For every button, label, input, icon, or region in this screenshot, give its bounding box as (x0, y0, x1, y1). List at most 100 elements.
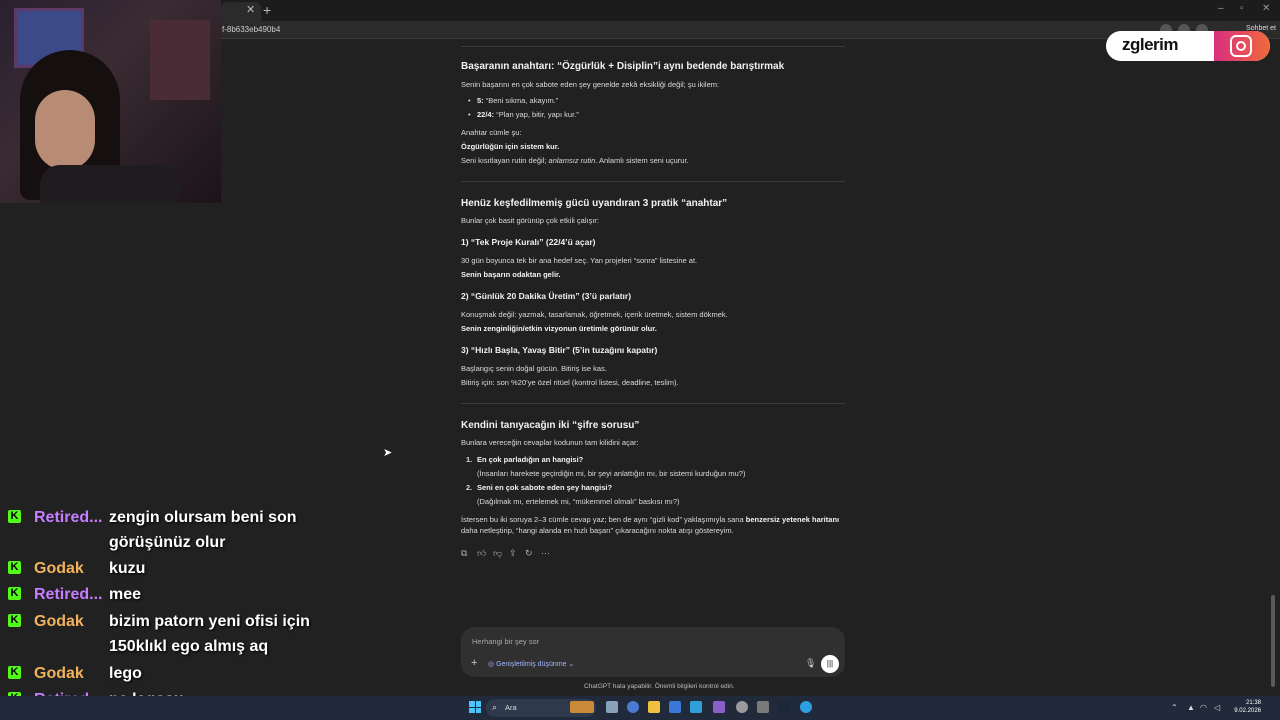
list-number: 1. (466, 455, 473, 464)
paragraph: 30 gün boyunca tek bir ana hedef seç. Ya… (461, 256, 698, 265)
steam-icon[interactable] (778, 701, 790, 713)
section-title: Başaranın anahtarı: “Özgürlük + Disiplin… (461, 61, 785, 72)
list-item: 5: “Beni sıkma, akayım.” (477, 95, 861, 106)
paragraph-bold: Senin başarın odaktan gelir. (461, 270, 561, 279)
paragraph: (Dağılmak mı, ertelemek mi, “mükemmel ol… (477, 497, 680, 506)
edge-icon[interactable] (800, 701, 812, 713)
list-key: 22/4: (477, 110, 495, 119)
chat-username: Retired... (34, 509, 103, 526)
subsection-title: 3) “Hızlı Başla, Yavaş Bitir” (5’in tuza… (461, 345, 658, 355)
store-icon[interactable] (669, 701, 681, 713)
list-item: 22/4: “Plan yap, bitir, yapı kur.” (477, 109, 861, 120)
close-tab-icon[interactable]: ✕ (246, 3, 255, 16)
kick-icon: K (8, 587, 21, 600)
paragraph: Bitiriş için: son %20’ye özel ritüel (ko… (461, 378, 679, 387)
paragraph: İstersen bu iki soruya 2–3 cümle cevap y… (461, 514, 845, 536)
divider (461, 181, 845, 182)
maximize-icon[interactable]: ▫ (1240, 3, 1244, 14)
app-icon[interactable] (757, 701, 769, 713)
divider (461, 46, 845, 47)
mail-icon[interactable] (690, 701, 702, 713)
paragraph-bold: Senin zenginliğin/etkin vizyonun üretiml… (461, 324, 657, 333)
paragraph: Bunlar çok basit görünüp çok etkili çalı… (461, 216, 599, 225)
file-explorer-icon[interactable] (648, 701, 660, 713)
copy-icon[interactable]: ⧉ (461, 548, 467, 559)
list-value: “Beni sıkma, akayım.” (483, 96, 559, 105)
clock-date: 9.02.2026 (1234, 708, 1261, 714)
clock-time: 21:38 (1245, 700, 1261, 706)
section-title: Kendini tanıyacağın iki “şifre sorusu” (461, 420, 640, 431)
chat-text: kuzu (109, 560, 146, 577)
webcam-feed (0, 0, 221, 203)
kick-icon: K (8, 561, 21, 574)
paragraph: (İnsanları harekete geçirdiğin mi, bir ş… (477, 469, 746, 478)
instagram-icon (1230, 35, 1252, 57)
windows-start-icon[interactable] (469, 701, 481, 713)
app-icon[interactable] (736, 701, 748, 713)
streamer-face (35, 90, 95, 170)
text-span: daha netleştirip, “hangi alanda en hızlı… (461, 526, 734, 535)
voice-mode-icon[interactable]: ||| (821, 655, 839, 673)
italic-span: anlamsız rutin (546, 156, 596, 165)
chat-username: Godak (34, 613, 84, 630)
list-item: 1. En çok parladığın an hangisi? (466, 454, 861, 465)
chat-username: Godak (34, 560, 84, 577)
chat-text: bizim patorn yeni ofisi için 150klıkl eg… (109, 613, 310, 655)
kick-icon: K (8, 666, 21, 679)
subsection-title: 1) “Tek Proje Kuralı” (22/4’ü açar) (461, 237, 596, 247)
browser-icon[interactable] (627, 701, 639, 713)
paragraph: Anahtar cümle şu: (461, 128, 522, 137)
search-icon: ⌕ (492, 702, 498, 712)
chat-text: lego (109, 665, 142, 682)
disclaimer-text: ChatGPT hata yapabilir. Önemli bilgileri… (584, 683, 735, 690)
regenerate-icon[interactable]: ↻ (525, 548, 533, 559)
more-icon[interactable]: ⋯ (541, 548, 550, 559)
app-icon[interactable] (713, 701, 725, 713)
paragraph: Seni kısıtlayan rutin değil; anlamsız ru… (461, 155, 845, 166)
tool-label: Genişletilmiş düşünme (496, 661, 567, 668)
prompt-composer[interactable] (461, 627, 845, 677)
list-number: 2. (466, 483, 473, 492)
text-span: . Anlamlı sistem seni uçurur. (595, 156, 689, 165)
mouse-cursor-icon: ➤ (383, 447, 393, 459)
new-tab-icon[interactable]: + (263, 2, 271, 18)
close-window-icon[interactable]: ✕ (1262, 3, 1270, 14)
kick-icon: K (8, 510, 21, 523)
chat-username: Retired... (34, 586, 103, 603)
task-view-icon[interactable] (606, 701, 618, 713)
chat-text: mee (109, 586, 142, 603)
key-sentence: Özgürlüğün için sistem kur. (461, 142, 560, 151)
kick-icon: K (8, 614, 21, 627)
network-icon[interactable]: ▲ (1187, 703, 1195, 712)
text-span: Seni kısıtlayan rutin değil; (461, 156, 547, 165)
add-attachment-icon[interactable]: + (471, 657, 477, 669)
question-title: Seni en çok sabote eden şey hangisi? (477, 483, 613, 492)
chevron-up-icon[interactable]: ⌃ (1171, 703, 1178, 712)
prompt-input[interactable]: Herhangi bir şey sor (472, 637, 539, 646)
url-text[interactable]: f-8b633eb490b4 (222, 25, 280, 34)
divider (461, 403, 845, 404)
system-clock[interactable]: 21:38 9.02.2026 (1229, 699, 1261, 715)
thumbs-up-icon[interactable]: 👍︎ (477, 548, 486, 559)
watermark-text: zglerim (1122, 35, 1179, 54)
thumbs-down-icon[interactable]: 👎︎ (493, 548, 502, 559)
wall-frame (150, 20, 210, 100)
search-highlight-icon[interactable] (570, 701, 594, 713)
wifi-icon[interactable]: ◠ (1200, 703, 1207, 712)
streamer-shirt (40, 165, 180, 203)
list-item: 2. Seni en çok sabote eden şey hangisi? (466, 482, 861, 493)
share-icon[interactable]: ⇪ (509, 548, 517, 559)
list-value: “Plan yap, bitir, yapı kur.” (494, 110, 579, 119)
microphone-icon[interactable]: 🎙︎ (805, 658, 816, 669)
extended-thinking-toggle[interactable]: ◎ Genişletilmiş düşünme ⌄ (488, 660, 574, 668)
taskbar-search-label[interactable]: Ara (505, 703, 517, 712)
subsection-title: 2) “Günlük 20 Dakika Üretim” (3’ü parlat… (461, 291, 632, 301)
section-title: Henüz keşfedilmemiş gücü uyandıran 3 pra… (461, 198, 728, 209)
minimize-icon[interactable]: – (1218, 3, 1224, 14)
scrollbar[interactable] (1271, 595, 1275, 687)
volume-icon[interactable]: ◁ (1214, 703, 1220, 712)
text-span: İstersen bu iki soruya 2–3 cümle cevap y… (461, 515, 746, 524)
question-title: En çok parladığın an hangisi? (477, 455, 584, 464)
chat-text: zengin olursam beni son görüşünüz olur (109, 509, 297, 551)
paragraph: Başlangıç senin doğal gücün. Bitiriş ise… (461, 364, 607, 373)
